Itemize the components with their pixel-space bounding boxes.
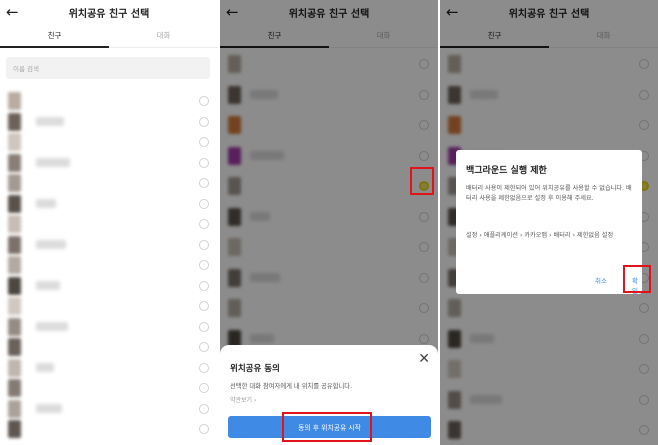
search-input[interactable]: 이름 검색	[6, 57, 210, 79]
avatar	[8, 235, 21, 254]
friend-row[interactable]	[0, 215, 218, 233]
avatar	[8, 358, 21, 377]
avatar	[8, 256, 21, 274]
avatar	[8, 420, 21, 438]
avatar	[8, 215, 21, 233]
avatar	[8, 317, 21, 336]
friend-row[interactable]	[0, 194, 218, 213]
friend-name	[36, 321, 68, 331]
radio-button-icon[interactable]	[199, 301, 209, 311]
dialog-body: 배터리 사용이 제한되어 있어 위치공유를 사용할 수 없습니다. 배터리 사용…	[466, 185, 632, 202]
friend-row[interactable]	[0, 112, 218, 131]
friend-name	[36, 198, 56, 208]
avatar	[8, 133, 21, 151]
friend-row[interactable]	[0, 92, 218, 110]
friend-row[interactable]	[0, 276, 218, 295]
background-restriction-dialog: 백그라운드 실행 제한 배터리 사용이 제한되어 있어 위치공유를 사용할 수 …	[456, 150, 651, 295]
avatar	[8, 399, 21, 418]
radio-button-icon[interactable]	[199, 116, 209, 127]
highlight-box-confirm-button	[282, 412, 372, 442]
radio-button-icon[interactable]	[199, 178, 209, 188]
tab-chats[interactable]: 대화	[109, 28, 218, 44]
radio-button-icon[interactable]	[199, 383, 209, 393]
cancel-button[interactable]: 취소	[595, 275, 607, 285]
friend-name	[36, 403, 62, 413]
friend-name	[36, 239, 66, 249]
friend-name	[36, 116, 64, 126]
dialog-title: 백그라운드 실행 제한	[466, 166, 547, 176]
panel-friend-select: ← 위치공유 친구 선택 친구 대화 이름 검색	[0, 0, 218, 445]
search-placeholder: 이름 검색	[13, 65, 39, 73]
panel-restriction: ← 위치공유 친구 선택 친구 대화 백그라운드 실행 제한 배터리 사용이 제…	[440, 0, 658, 445]
sheet-title: 위치공유 동의	[230, 364, 280, 374]
radio-button-icon[interactable]	[199, 424, 209, 434]
radio-button-icon[interactable]	[199, 342, 209, 352]
radio-button-icon[interactable]	[199, 403, 209, 414]
radio-button-icon[interactable]	[199, 260, 209, 270]
radio-button-icon[interactable]	[199, 137, 209, 147]
avatar	[8, 276, 21, 295]
friend-row[interactable]	[0, 174, 218, 192]
tab-bar: 친구 대화	[0, 28, 218, 48]
tab-friends[interactable]: 친구	[0, 28, 109, 44]
radio-button-icon[interactable]	[199, 362, 209, 373]
dialog-settings-path: 설정 › 애플리케이션 › 카카오맵 › 배터리 › 제한없음 설정	[466, 232, 614, 239]
friend-row[interactable]	[0, 235, 218, 254]
radio-button-icon[interactable]	[199, 239, 209, 250]
radio-button-icon[interactable]	[199, 198, 209, 209]
avatar	[8, 338, 21, 356]
avatar	[8, 379, 21, 397]
highlight-box-ok-button	[623, 265, 651, 293]
friend-name	[36, 157, 70, 167]
header: ← 위치공유 친구 선택	[0, 0, 218, 26]
avatar	[8, 153, 21, 172]
sheet-description: 선택한 대화 참여자에게 내 위치를 공유합니다.	[230, 383, 353, 390]
radio-button-icon[interactable]	[199, 321, 209, 332]
friend-row[interactable]	[0, 338, 218, 356]
radio-button-icon[interactable]	[199, 157, 209, 168]
avatar	[8, 174, 21, 192]
friend-row[interactable]	[0, 133, 218, 151]
friend-row[interactable]	[0, 420, 218, 438]
page-title: 위치공유 친구 선택	[68, 9, 150, 20]
panel-consent: ← 위치공유 친구 선택 친구 대화 위치공유 동의 ✕ 선택한 대화 참여자에…	[220, 0, 438, 445]
terms-link[interactable]: 약관보기 ›	[230, 395, 256, 404]
avatar	[8, 112, 21, 131]
highlight-box-selected-radio	[410, 167, 434, 195]
consent-bottom-sheet: 위치공유 동의 ✕ 선택한 대화 참여자에게 내 위치를 공유합니다. 약관보기…	[220, 345, 438, 445]
friend-name	[36, 362, 54, 372]
radio-button-icon[interactable]	[199, 219, 209, 229]
screenshot-collage: ← 위치공유 친구 선택 친구 대화 이름 검색 ← 위치공유 친구 선택 친구…	[0, 0, 658, 445]
radio-button-icon[interactable]	[199, 280, 209, 291]
friend-row[interactable]	[0, 297, 218, 315]
radio-button-icon[interactable]	[199, 96, 209, 106]
friend-row[interactable]	[0, 379, 218, 397]
avatar	[8, 92, 21, 110]
avatar	[8, 194, 21, 213]
friend-row[interactable]	[0, 358, 218, 377]
friend-row[interactable]	[0, 399, 218, 418]
avatar	[8, 297, 21, 315]
friend-row[interactable]	[0, 317, 218, 336]
close-icon[interactable]: ✕	[418, 350, 430, 368]
friend-name	[36, 280, 60, 290]
friend-row[interactable]	[0, 256, 218, 274]
tab-active-indicator	[0, 46, 109, 48]
friend-row[interactable]	[0, 153, 218, 172]
